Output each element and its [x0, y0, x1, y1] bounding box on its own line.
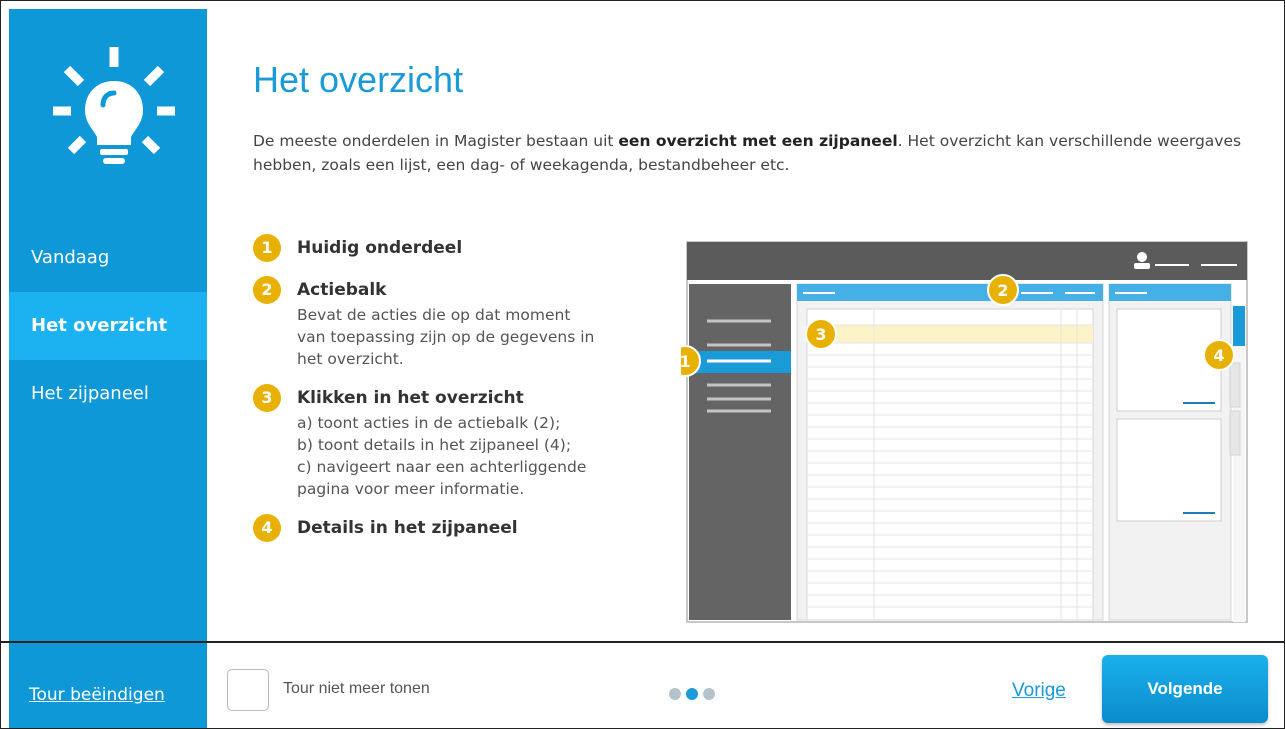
pager-dot[interactable]: [703, 688, 715, 700]
svg-text:2: 2: [997, 281, 1008, 300]
illustration-badge-3: 3: [805, 318, 837, 350]
step-description: a) toont acties in de actiebalk (2); b) …: [297, 414, 587, 498]
step-number-badge: 2: [253, 276, 281, 304]
end-tour-link[interactable]: Tour beëindigen: [29, 685, 165, 705]
intro-text-start: De meeste onderdelen in Magister bestaan…: [253, 132, 619, 150]
next-button[interactable]: Volgende: [1102, 655, 1268, 723]
sidebar-item-het-overzicht[interactable]: Het overzicht: [9, 292, 207, 360]
step-title: Actiebalk: [297, 280, 387, 300]
illustration-badge-2: 2: [987, 274, 1019, 306]
svg-text:3: 3: [815, 325, 826, 344]
pager-dot-active[interactable]: [686, 688, 698, 700]
intro-text: De meeste onderdelen in Magister bestaan…: [253, 129, 1243, 177]
steps-list: 1 Huidig onderdeel 2 Actiebalk Bevat de …: [253, 234, 663, 556]
step-3: 3 Klikken in het overzicht a) toont acti…: [253, 384, 663, 500]
step-description: Bevat de acties die op dat moment van to…: [297, 306, 595, 368]
step-number-badge: 3: [253, 384, 281, 412]
step-title: Details in het zijpaneel: [297, 518, 518, 538]
dont-show-checkbox[interactable]: [227, 669, 269, 711]
pager-dot[interactable]: [669, 688, 681, 700]
step-title: Klikken in het overzicht: [297, 388, 524, 408]
step-number-badge: 4: [253, 514, 281, 542]
step-title: Huidig onderdeel: [297, 238, 463, 258]
dont-show-label: Tour niet meer tonen: [283, 680, 430, 697]
step-4: 4 Details in het zijpaneel: [253, 514, 663, 542]
intro-text-bold: een overzicht met een zijpaneel: [618, 132, 898, 150]
sidebar-nav: Vandaag Het overzicht Het zijpaneel: [9, 224, 207, 428]
step-1: 1 Huidig onderdeel: [253, 234, 663, 262]
step-number-badge: 1: [253, 234, 281, 262]
sidebar-item-het-zijpaneel[interactable]: Het zijpaneel: [9, 360, 207, 428]
sidebar: Vandaag Het overzicht Het zijpaneel: [9, 9, 207, 641]
lightbulb-icon: [53, 47, 175, 164]
footer-sidebar: Tour beëindigen: [9, 643, 207, 728]
step-2: 2 Actiebalk Bevat de acties die op dat m…: [253, 276, 663, 370]
sidebar-item-vandaag[interactable]: Vandaag: [9, 224, 207, 292]
layout-illustration: 1 2 3 4: [681, 241, 1248, 623]
tour-dialog: Vandaag Het overzicht Het zijpaneel Het …: [0, 0, 1285, 729]
svg-text:4: 4: [1213, 346, 1224, 365]
pager-dots: [669, 685, 720, 704]
page-title: Het overzicht: [253, 59, 464, 100]
previous-link[interactable]: Vorige: [1012, 680, 1066, 702]
illustration-badge-4: 4: [1203, 339, 1235, 371]
svg-text:1: 1: [681, 352, 691, 371]
